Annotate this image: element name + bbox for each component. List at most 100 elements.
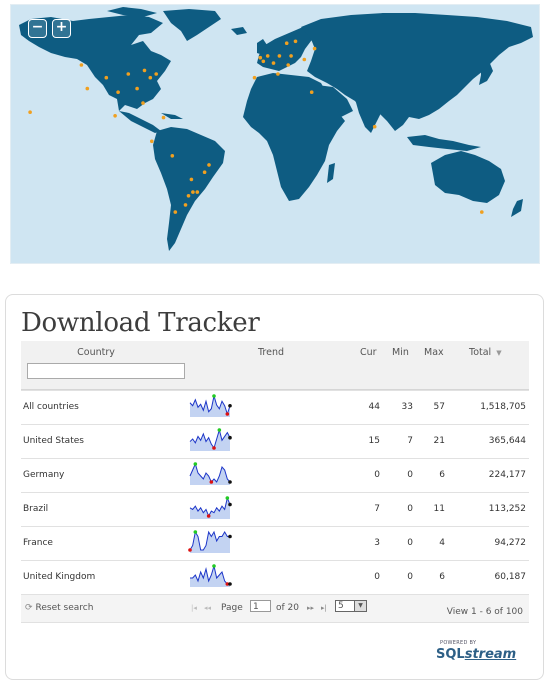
table-row[interactable]: France 3 0 4 94,272 <box>21 527 529 561</box>
cur-cell: 44 <box>368 402 380 412</box>
sparkline-min-point <box>206 514 211 518</box>
trend-sparkline <box>190 564 232 587</box>
total-header-label: Total <box>469 347 492 358</box>
new-zealand <box>511 199 523 217</box>
cur-cell: 3 <box>374 538 380 548</box>
sparkline-last-point <box>228 480 232 484</box>
page-number-input[interactable]: 1 <box>250 600 271 612</box>
download-tracker-panel: Download Tracker Country Trend Cur Min M… <box>5 294 544 680</box>
download-marker <box>309 90 314 94</box>
download-marker <box>302 57 307 62</box>
south-america <box>153 127 225 251</box>
table-row[interactable]: Brazil 7 0 11 113,252 <box>21 493 529 527</box>
download-marker <box>141 101 145 105</box>
download-marker <box>170 154 175 158</box>
brand-stream: stream <box>464 647 517 662</box>
zoom-in-button[interactable]: + <box>52 19 71 38</box>
sparkline-last-point <box>228 502 232 507</box>
country-cell: United States <box>23 436 84 446</box>
max-cell: 6 <box>439 470 445 480</box>
trend-sparkline <box>188 530 232 553</box>
sparkline-last-point <box>228 582 232 586</box>
trend-sparkline <box>189 496 232 519</box>
download-marker <box>195 190 200 194</box>
reset-search-button[interactable]: ⟳ Reset search <box>25 603 93 613</box>
prev-page-button[interactable]: ◂◂ <box>204 604 211 612</box>
download-marker <box>191 190 195 194</box>
column-header-country[interactable]: Country <box>21 347 171 358</box>
total-cell: 224,177 <box>488 470 526 480</box>
country-cell: France <box>23 538 53 548</box>
cur-cell: 0 <box>374 572 380 582</box>
sparkline-min-point <box>225 412 230 416</box>
download-marker <box>161 115 166 120</box>
madagascar <box>327 163 335 183</box>
download-marker <box>284 41 289 45</box>
min-cell: 0 <box>407 538 413 548</box>
sparkline-max-point <box>212 394 216 398</box>
country-cell: United Kingdom <box>23 572 96 582</box>
table-row[interactable]: United Kingdom 0 0 6 60,187 <box>21 561 529 595</box>
zoom-out-button[interactable]: − <box>28 19 47 38</box>
max-cell: 4 <box>439 538 445 548</box>
download-marker <box>312 46 317 51</box>
cur-cell: 15 <box>368 436 380 446</box>
download-marker <box>202 170 207 174</box>
sparkline-min-point <box>212 446 216 450</box>
download-marker <box>252 75 257 80</box>
download-marker <box>189 177 194 182</box>
rows-per-page-select[interactable]: 5 ▼ <box>335 600 367 612</box>
download-marker <box>173 210 178 214</box>
world-map[interactable]: − + <box>10 4 540 264</box>
download-marker <box>135 86 139 91</box>
download-marker <box>207 163 211 167</box>
sparkline-last-point <box>228 403 232 408</box>
download-marker <box>150 139 154 144</box>
total-cell: 60,187 <box>494 572 527 582</box>
rows-per-page-value: 5 <box>338 601 344 611</box>
first-page-button[interactable]: |◂ <box>191 604 197 612</box>
column-header-total[interactable]: Total ▼ <box>469 347 502 358</box>
sqlstream-logo[interactable]: SQLstream <box>436 647 516 662</box>
land-masses <box>19 7 533 251</box>
table-header: Country Trend Cur Min Max Total ▼ <box>21 341 529 390</box>
country-filter-input[interactable] <box>27 363 185 379</box>
download-marker <box>186 194 191 198</box>
download-marker <box>104 75 109 80</box>
country-cell: Brazil <box>23 504 49 514</box>
column-header-min[interactable]: Min <box>392 347 409 358</box>
sparkline-fill <box>190 396 230 417</box>
download-marker <box>116 90 120 94</box>
total-cell: 113,252 <box>488 504 526 514</box>
download-marker <box>480 210 484 214</box>
dropdown-arrow-icon: ▼ <box>354 601 366 611</box>
max-cell: 11 <box>433 504 445 514</box>
table-row[interactable]: United States 15 7 21 365,644 <box>21 425 529 459</box>
greenland <box>163 9 221 41</box>
brand-sql: SQL <box>436 647 465 662</box>
sparkline-max-point <box>225 496 230 500</box>
total-cell: 365,644 <box>488 436 526 446</box>
table-row[interactable]: Germany 0 0 6 224,177 <box>21 459 529 493</box>
column-header-cur[interactable]: Cur <box>360 347 377 358</box>
table-row[interactable]: All countries 44 33 57 1,518,705 <box>21 390 529 425</box>
last-page-button[interactable]: ▸| <box>321 604 327 612</box>
table-body: All countries 44 33 57 1,518,705 United … <box>21 390 529 595</box>
download-marker <box>85 86 90 91</box>
trend-sparkline <box>189 428 232 451</box>
refresh-icon: ⟳ <box>25 603 33 613</box>
panel-title: Download Tracker <box>21 308 260 338</box>
column-header-max[interactable]: Max <box>424 347 444 358</box>
reset-search-label: Reset search <box>35 603 94 613</box>
next-page-button[interactable]: ▸▸ <box>307 604 314 612</box>
column-header-trend[interactable]: Trend <box>236 347 306 358</box>
download-marker <box>289 54 293 58</box>
sparkline-max-point <box>212 564 216 568</box>
download-marker <box>258 55 263 60</box>
download-marker <box>154 72 158 76</box>
download-marker <box>277 54 282 58</box>
download-marker <box>265 54 270 58</box>
world-map-svg <box>19 7 533 251</box>
sparkline-last-point <box>228 435 232 440</box>
min-cell: 7 <box>407 436 413 446</box>
